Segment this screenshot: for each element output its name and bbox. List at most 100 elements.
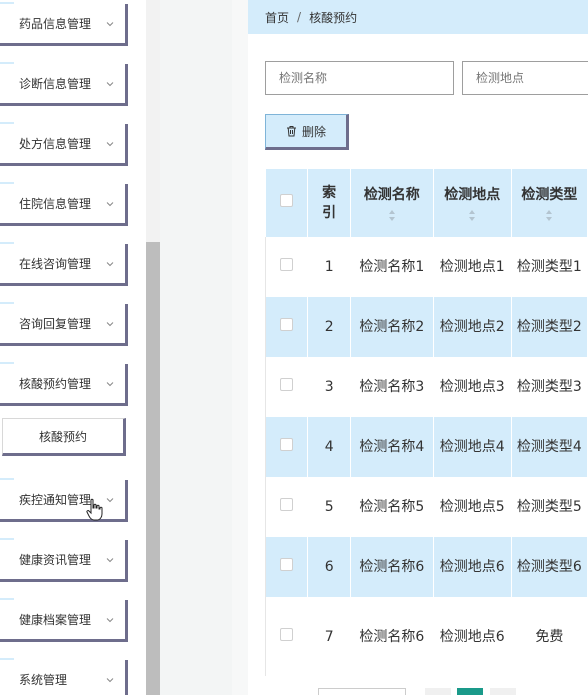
table-row[interactable]: 7 检测名称6 检测地点6 免费 <box>264 597 588 676</box>
table-row[interactable]: 6 检测名称6 检测地点6 检测类型6 <box>264 537 588 597</box>
pager-prev-button[interactable] <box>425 688 451 695</box>
row-select <box>264 357 309 417</box>
cell-location: 检测地点3 <box>432 357 512 417</box>
row-select <box>264 537 309 597</box>
sidebar-item-consult-reply[interactable]: 咨询回复管理 <box>0 304 128 346</box>
search-name-input[interactable] <box>265 61 454 95</box>
sidebar-item-hospitalization-info[interactable]: 住院信息管理 <box>0 184 128 226</box>
chevron-down-icon <box>106 381 114 386</box>
breadcrumb-home[interactable]: 首页 <box>265 9 289 26</box>
sidebar-item-label: 健康资讯管理 <box>19 553 92 567</box>
chevron-down-icon <box>106 201 114 206</box>
cell-name: 检测名称3 <box>349 357 434 417</box>
row-checkbox[interactable] <box>280 498 294 511</box>
sidebar-item-drug-info[interactable]: 药品信息管理 <box>0 4 128 46</box>
cell-index: 1 <box>307 237 351 297</box>
sidebar-subitem-nucleic-appointment[interactable]: 核酸预约 <box>2 418 126 456</box>
cell-type: 检测类型2 <box>510 297 588 357</box>
sidebar-item-label: 处方信息管理 <box>19 137 92 151</box>
header-location-label: 检测地点 <box>444 186 501 203</box>
cell-name: 检测名称5 <box>349 477 434 537</box>
sidebar-item-health-records[interactable]: 健康档案管理 <box>0 600 128 642</box>
sidebar-item-prescription-info[interactable]: 处方信息管理 <box>0 124 128 166</box>
cell-location: 检测地点2 <box>432 297 512 357</box>
header-name-label: 检测名称 <box>363 186 420 203</box>
chevron-down-icon <box>106 21 114 26</box>
row-checkbox[interactable] <box>280 378 294 391</box>
row-checkbox[interactable] <box>280 318 294 331</box>
cell-type: 检测类型5 <box>510 477 588 537</box>
breadcrumb-current: 核酸预约 <box>309 10 358 25</box>
table-row[interactable]: 1 检测名称1 检测地点1 检测类型1 <box>264 237 588 297</box>
cell-location: 检测地点6 <box>432 537 512 597</box>
cell-type: 检测类型3 <box>510 357 588 417</box>
cell-name: 检测名称1 <box>349 237 434 297</box>
cell-index: 7 <box>307 597 351 676</box>
row-checkbox[interactable] <box>280 627 294 641</box>
sort-icon[interactable] <box>388 209 396 222</box>
cell-index: 2 <box>307 297 351 357</box>
cell-type: 检测类型1 <box>510 237 588 297</box>
row-checkbox[interactable] <box>280 558 294 571</box>
table-row[interactable]: 5 检测名称5 检测地点5 检测类型5 <box>264 477 588 537</box>
table-row[interactable]: 3 检测名称3 检测地点3 检测类型3 <box>264 357 588 417</box>
cell-name: 检测名称6 <box>349 597 434 676</box>
chevron-down-icon <box>106 677 114 682</box>
cell-location: 检测地点6 <box>432 597 512 676</box>
sidebar-subitem-label: 核酸预约 <box>38 429 87 444</box>
table-row[interactable]: 4 检测名称4 检测地点4 检测类型4 <box>264 417 588 477</box>
row-select <box>264 237 309 297</box>
header-location[interactable]: 检测地点 <box>432 169 512 237</box>
sort-icon[interactable] <box>468 209 476 222</box>
table-header-row: 索引 检测名称 检测地点 检测类型 <box>264 169 588 237</box>
chevron-down-icon <box>106 321 114 326</box>
appointment-table: 索引 检测名称 检测地点 检测类型 1 检测名称1 检测地点1 检测类型1 2 … <box>264 169 588 676</box>
sidebar-item-nucleic-appointment[interactable]: 核酸预约管理 <box>0 364 128 406</box>
pager-size-select[interactable] <box>318 688 406 695</box>
cell-index: 5 <box>307 477 351 537</box>
sidebar-item-disease-notice[interactable]: 疾控通知管理 <box>0 480 128 522</box>
delete-button[interactable]: 删除 <box>265 114 349 150</box>
delete-button-label: 删除 <box>302 124 327 139</box>
chevron-down-icon <box>106 261 114 266</box>
sidebar: 药品信息管理 诊断信息管理 处方信息管理 住院信息管理 在线咨询管理 咨询回复管… <box>0 0 160 695</box>
row-select <box>264 297 309 357</box>
header-name[interactable]: 检测名称 <box>349 169 434 237</box>
pager-next-page[interactable] <box>490 688 516 695</box>
row-checkbox[interactable] <box>280 258 294 271</box>
cell-name: 检测名称6 <box>349 537 434 597</box>
sidebar-item-label: 诊断信息管理 <box>19 77 92 91</box>
pager-current-page[interactable] <box>457 688 483 695</box>
cell-location: 检测地点4 <box>432 417 512 477</box>
sidebar-item-system[interactable]: 系统管理 <box>0 660 128 695</box>
sidebar-item-label: 咨询回复管理 <box>19 317 92 331</box>
sidebar-item-health-news[interactable]: 健康资讯管理 <box>0 540 128 582</box>
breadcrumb: 首页 / 核酸预约 <box>248 0 588 34</box>
cell-location: 检测地点1 <box>432 237 512 297</box>
cell-location: 检测地点5 <box>432 477 512 537</box>
cell-index: 4 <box>307 417 351 477</box>
sidebar-item-label: 在线咨询管理 <box>19 257 92 271</box>
sort-icon[interactable] <box>545 209 553 222</box>
sidebar-item-label: 系统管理 <box>19 673 68 687</box>
row-select <box>264 597 309 676</box>
sidebar-item-label: 住院信息管理 <box>19 197 92 211</box>
header-select <box>264 169 309 237</box>
select-all-checkbox[interactable] <box>280 194 294 207</box>
breadcrumb-separator: / <box>297 10 302 24</box>
sidebar-scrollbar-thumb[interactable] <box>146 242 160 695</box>
hand-cursor-icon <box>86 498 103 521</box>
cell-name: 检测名称4 <box>349 417 434 477</box>
table-row[interactable]: 2 检测名称2 检测地点2 检测类型2 <box>264 297 588 357</box>
header-type[interactable]: 检测类型 <box>510 169 588 237</box>
row-checkbox[interactable] <box>280 438 294 451</box>
sidebar-item-online-consult[interactable]: 在线咨询管理 <box>0 244 128 286</box>
sidebar-item-diagnosis-info[interactable]: 诊断信息管理 <box>0 64 128 106</box>
cell-type: 免费 <box>510 597 588 676</box>
search-location-input[interactable] <box>462 61 588 95</box>
chevron-down-icon <box>106 497 114 502</box>
sidebar-item-label: 疾控通知管理 <box>19 493 92 507</box>
chevron-down-icon <box>106 141 114 146</box>
header-index: 索引 <box>307 169 351 237</box>
row-select <box>264 417 309 477</box>
